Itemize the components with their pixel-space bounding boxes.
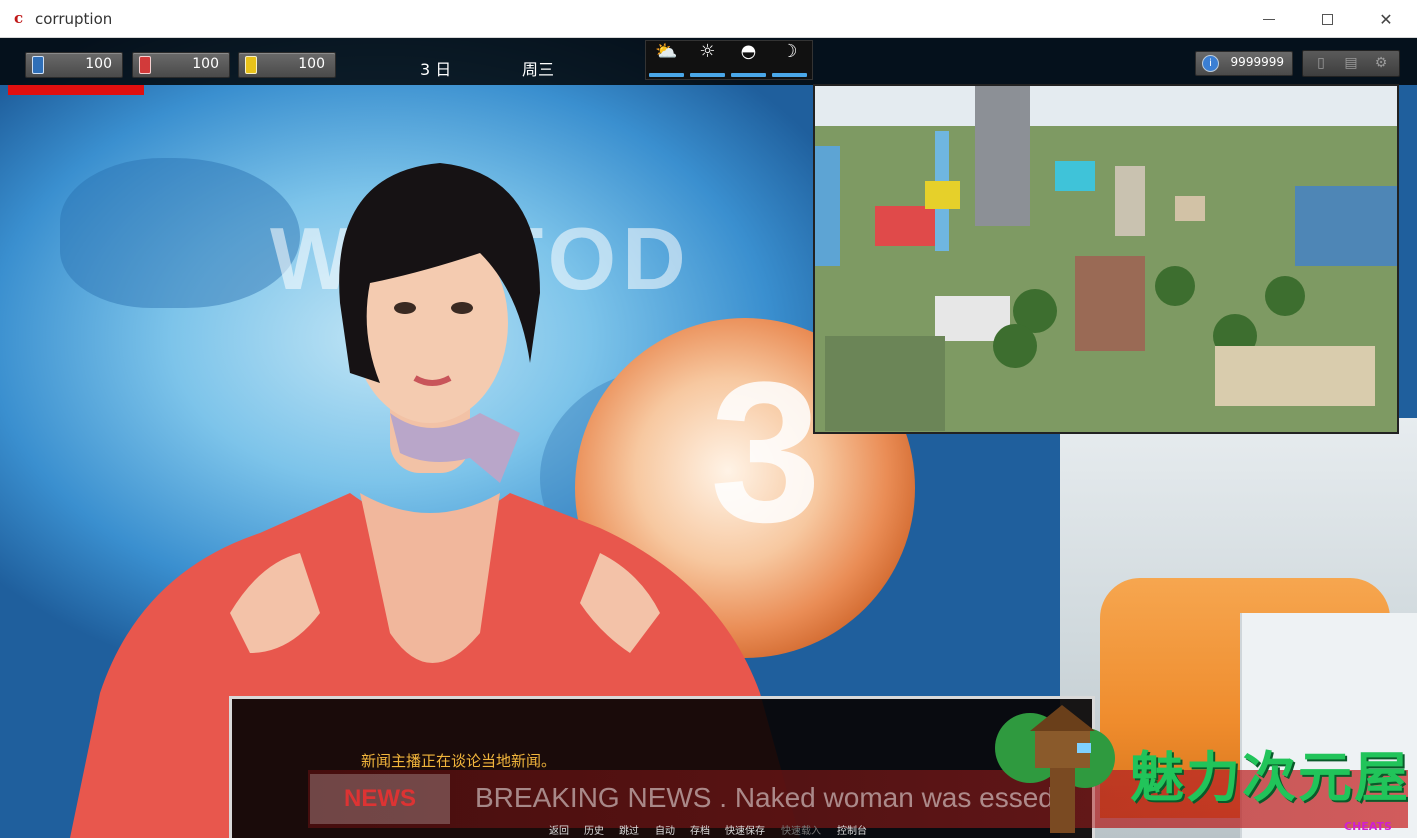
time-indicator: [731, 73, 766, 77]
maximize-icon: [1321, 13, 1333, 25]
yellow-bottle-icon: [245, 56, 257, 74]
minimize-icon: [1263, 18, 1275, 20]
cloudy-sun-icon: ⛅: [655, 41, 678, 62]
stat-red-value: 100: [192, 56, 219, 72]
news-logo: NEWS: [310, 774, 450, 824]
red-bottle-icon: [139, 56, 151, 74]
quick-menu-quick-load[interactable]: 快速载入: [781, 822, 821, 837]
quick-menu-auto[interactable]: 自动: [655, 822, 675, 837]
blue-bottle-icon: [32, 56, 44, 74]
coin-icon: i: [1202, 55, 1219, 72]
time-slot-noon[interactable]: ☼: [687, 41, 728, 79]
time-slot-morning[interactable]: ⛅: [646, 41, 687, 79]
stat-yellow-value: 100: [298, 56, 325, 72]
time-slot-night[interactable]: ☽: [769, 41, 810, 79]
window-titlebar: c corruption ✕: [0, 0, 1417, 38]
stat-yellow[interactable]: 100: [238, 52, 336, 78]
gear-icon: ⚙: [1374, 55, 1388, 71]
phone-button[interactable]: ▯: [1307, 53, 1335, 73]
maximize-button[interactable]: [1298, 0, 1356, 38]
city-map-image: [815, 86, 1397, 432]
city-map[interactable]: [813, 84, 1399, 434]
close-icon: ✕: [1379, 9, 1393, 29]
quick-menu-back[interactable]: 返回: [549, 822, 569, 837]
sun-icon: ☼: [699, 41, 716, 62]
computer-icon: ▤: [1344, 55, 1358, 71]
watermark-subtext: CHEATS: [1344, 820, 1392, 833]
quick-menu-history[interactable]: 历史: [584, 822, 604, 837]
dialogue-text: 新闻主播正在谈论当地新闻。: [361, 752, 557, 770]
moon-icon: ☽: [781, 41, 798, 62]
phone-icon: ▯: [1317, 55, 1325, 71]
quick-menu-save[interactable]: 存档: [690, 822, 710, 837]
quick-menu-skip[interactable]: 跳过: [619, 822, 639, 837]
time-indicator: [690, 73, 725, 77]
money-display: i 9999999: [1195, 51, 1293, 76]
time-indicator: [649, 73, 684, 77]
stat-blue[interactable]: 100: [25, 52, 123, 78]
window-title: corruption: [35, 10, 113, 28]
time-indicator: [772, 73, 807, 77]
stat-blue-value: 100: [85, 56, 112, 72]
watermark-text: 魅力次元屋: [1130, 746, 1410, 809]
settings-button[interactable]: ⚙: [1367, 53, 1395, 73]
sunset-icon: ◓: [740, 41, 757, 62]
quick-menu-quick-save[interactable]: 快速保存: [725, 822, 765, 837]
money-value: 9999999: [1230, 55, 1284, 69]
time-of-day-panel: ⛅ ☼ ◓ ☽: [645, 40, 813, 80]
computer-button[interactable]: ▤: [1337, 53, 1365, 73]
system-buttons: ▯ ▤ ⚙: [1302, 50, 1400, 77]
quick-menu-console[interactable]: 控制台: [837, 822, 867, 837]
day-counter: 3 日: [420, 60, 452, 79]
status-red-bar: [8, 85, 144, 95]
time-slot-evening[interactable]: ◓: [728, 41, 769, 79]
stat-red[interactable]: 100: [132, 52, 230, 78]
treehouse-logo-icon: [995, 705, 1115, 833]
minimize-button[interactable]: [1240, 0, 1298, 38]
news-ticker-text: BREAKING NEWS . Naked woman was essed: [475, 782, 1054, 813]
close-button[interactable]: ✕: [1357, 0, 1415, 38]
app-icon: c: [14, 9, 24, 27]
weekday-label: 周三: [522, 60, 555, 79]
